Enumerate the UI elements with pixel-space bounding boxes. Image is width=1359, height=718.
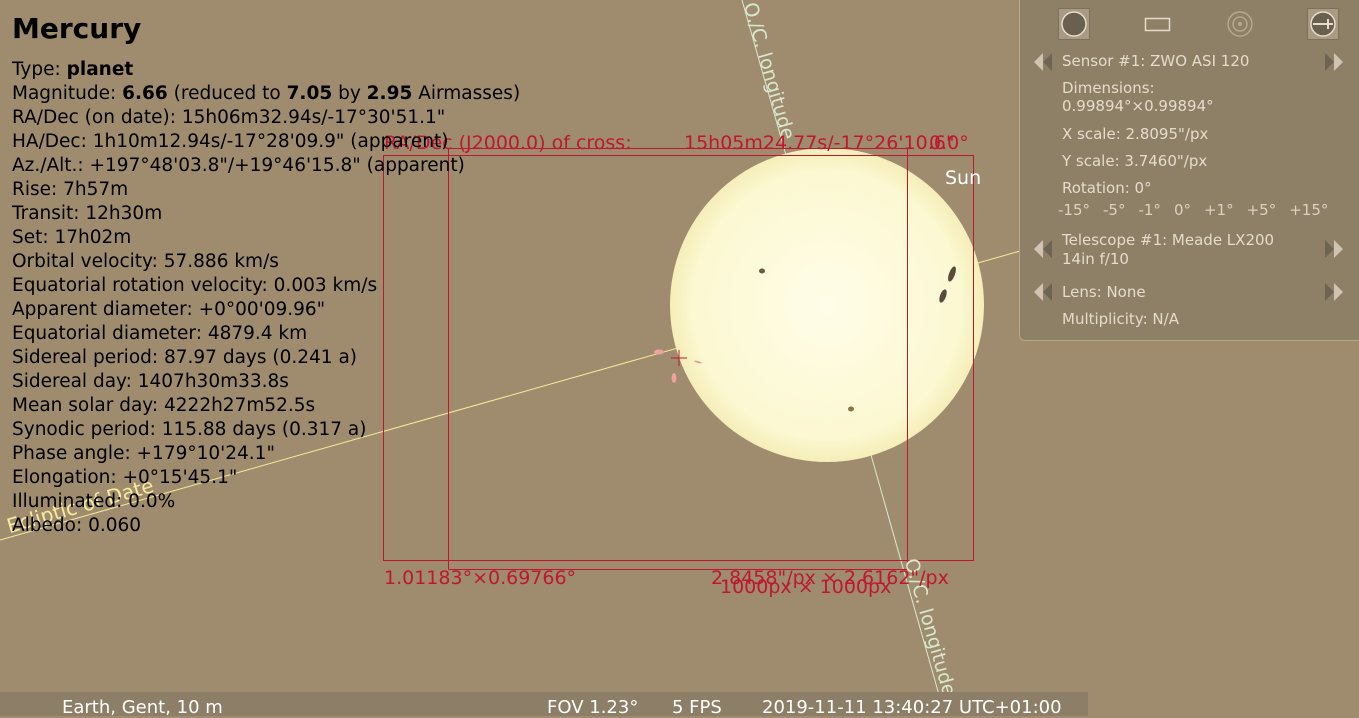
info-line: Apparent diameter: +0°00'09.96" [12, 299, 326, 320]
sun-label: Sun [945, 167, 982, 189]
multiplicity: Multiplicity: N/A [1062, 310, 1179, 328]
telescope-name: Telescope #1: Meade LX200 [1062, 231, 1275, 249]
info-line: Equatorial diameter: 4879.4 km [12, 323, 308, 344]
info-line: Phase angle: +179°10'24.1" [12, 443, 275, 464]
sensor-resolution: 1000px × 1000px [720, 576, 892, 598]
fps-label: 5 FPS [672, 697, 722, 718]
ocular-view-icon[interactable] [1058, 8, 1090, 40]
sensor-frame-icon[interactable] [1141, 8, 1173, 40]
cross-radec-value: 15h05m24.77s/-17°26'10.6" [684, 132, 955, 154]
sensor-y-scale: Y scale: 3.7460"/px [1062, 152, 1208, 170]
info-line: Illuminated: 0.0% [12, 491, 176, 512]
telescope-spec: 14in f/10 [1062, 250, 1129, 268]
rotate-reset-button[interactable]: 0° [1174, 201, 1191, 219]
rotate-plus-15-button[interactable]: +15° [1289, 201, 1328, 219]
sensor-dimensions-value: 0.99894°×0.99894° [1062, 97, 1214, 115]
sunspot [759, 268, 765, 274]
prominence [671, 373, 677, 383]
status-bar: Earth, Gent, 10 m FOV 1.23° 5 FPS 2019-1… [0, 692, 1088, 718]
rotate-minus-15-button[interactable]: -15° [1058, 201, 1090, 219]
sensor-x-scale: X scale: 2.8095"/px [1062, 125, 1209, 143]
info-line: RA/Dec (on date): 15h06m32.94s/-17°30'51… [12, 107, 446, 128]
lens-name: Lens: None [1062, 283, 1146, 301]
sun-disk[interactable] [670, 148, 984, 462]
object-magnitude: Magnitude: 6.66 (reduced to 7.05 by 2.95… [12, 83, 521, 104]
info-line: Rise: 7h57m [12, 179, 129, 200]
next-lens-button[interactable] [1323, 281, 1345, 303]
sensor-rotation: Rotation: 0° [1062, 179, 1152, 197]
previous-sensor-button[interactable] [1032, 51, 1054, 73]
sensor-dimensions-label: Dimensions: [1062, 79, 1155, 97]
info-line: Set: 17h02m [12, 227, 132, 248]
next-telescope-button[interactable] [1323, 238, 1345, 260]
datetime-label[interactable]: 2019-11-11 13:40:27 UTC+01:00 [762, 697, 1062, 718]
rotate-plus-5-button[interactable]: +5° [1247, 201, 1277, 219]
next-sensor-button[interactable] [1323, 51, 1345, 73]
prominence [654, 349, 664, 355]
rotation-value: 0.0° [929, 132, 969, 154]
info-line: Equatorial rotation velocity: 0.003 km/s [12, 275, 378, 296]
fov-label: FOV 1.23° [547, 697, 639, 718]
previous-lens-button[interactable] [1032, 281, 1054, 303]
info-line: Sidereal day: 1407h30m33.8s [12, 371, 289, 392]
info-line: Sidereal period: 87.97 days (0.241 a) [12, 347, 357, 368]
info-line: Albedo: 0.060 [12, 515, 142, 536]
info-line: Mean solar day: 4222h27m52.5s [12, 395, 316, 416]
info-line: Transit: 12h30m [12, 203, 163, 224]
rotation-steps: -15° -5° -1° 0° +1° +5° +15° [1058, 201, 1328, 219]
oculars-panel: Sensor #1: ZWO ASI 120 Dimensions: 0.998… [1019, 0, 1359, 341]
configure-icon[interactable] [1307, 8, 1339, 40]
info-line: Orbital velocity: 57.886 km/s [12, 251, 279, 272]
location-label[interactable]: Earth, Gent, 10 m [62, 697, 223, 718]
fov-size: 1.01183°×0.69766° [384, 567, 577, 589]
rotate-minus-5-button[interactable]: -5° [1103, 201, 1125, 219]
sunspot [848, 406, 854, 412]
info-line: Az./Alt.: +197°48'03.8"/+19°46'15.8" (ap… [12, 155, 465, 176]
info-line: Synodic period: 115.88 days (0.317 a) [12, 419, 367, 440]
info-line: HA/Dec: 1h10m12.94s/-17°28'09.9" (appare… [12, 131, 449, 152]
previous-telescope-button[interactable] [1032, 238, 1054, 260]
info-line: Elongation: +0°15'45.1" [12, 467, 238, 488]
rotate-minus-1-button[interactable]: -1° [1138, 201, 1160, 219]
telrad-icon[interactable] [1224, 8, 1256, 40]
object-title: Mercury [12, 12, 142, 45]
object-type: Type: planet [12, 59, 134, 80]
rotate-plus-1-button[interactable]: +1° [1204, 201, 1234, 219]
sensor-name: Sensor #1: ZWO ASI 120 [1062, 52, 1250, 70]
object-info: Mercury Type: planet Magnitude: 6.66 (re… [12, 12, 520, 538]
